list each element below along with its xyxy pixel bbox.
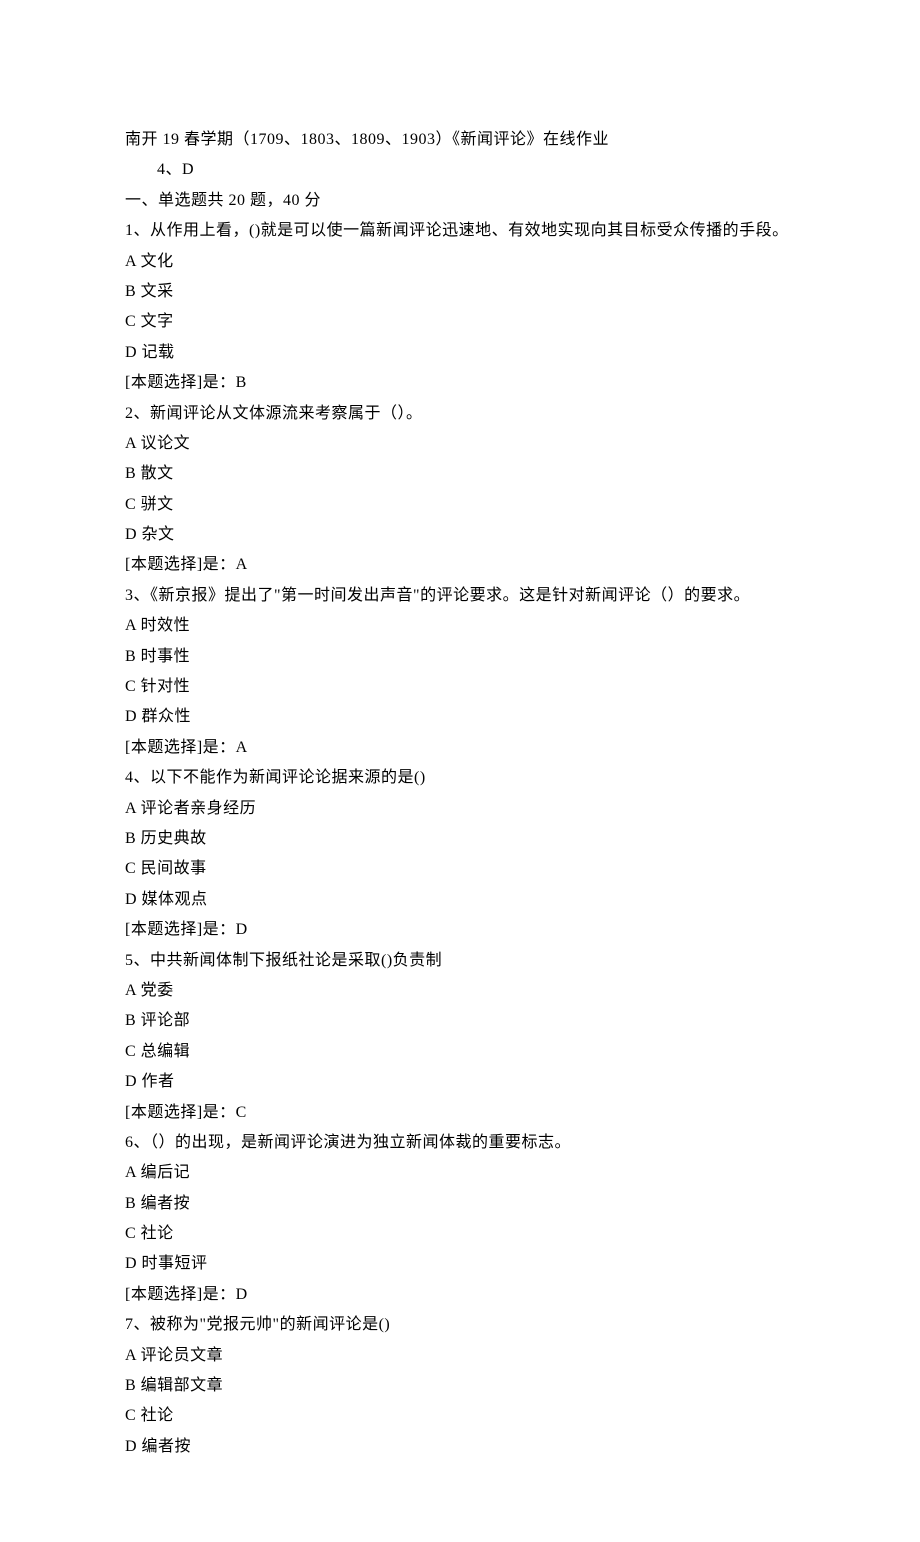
answer: [本题选择]是：A xyxy=(125,550,795,580)
option-d: D 群众性 xyxy=(125,702,795,732)
question-stem: 6、（）的出现，是新闻评论演进为独立新闻体裁的重要标志。 xyxy=(125,1128,795,1158)
option-a: A 文化 xyxy=(125,247,795,277)
option-d: D 记载 xyxy=(125,338,795,368)
option-a: A 时效性 xyxy=(125,611,795,641)
option-d: D 时事短评 xyxy=(125,1249,795,1279)
option-b: B 编辑部文章 xyxy=(125,1371,795,1401)
option-a: A 党委 xyxy=(125,976,795,1006)
answer: [本题选择]是：A xyxy=(125,733,795,763)
question-stem: 2、新闻评论从文体源流来考察属于（）。 xyxy=(125,399,795,429)
option-b: B 散文 xyxy=(125,459,795,489)
option-a: A 议论文 xyxy=(125,429,795,459)
option-c: C 社论 xyxy=(125,1401,795,1431)
question-stem: 3、《新京报》提出了"第一时间发出声音"的评论要求。这是针对新闻评论（）的要求。 xyxy=(125,581,795,611)
option-b: B 编者按 xyxy=(125,1189,795,1219)
option-b: B 时事性 xyxy=(125,642,795,672)
document-body: 南开 19 春学期（1709、1803、1809、1903）《新闻评论》在线作业… xyxy=(125,125,795,1462)
option-c: C 文字 xyxy=(125,307,795,337)
section-heading: 一、单选题共 20 题，40 分 xyxy=(125,186,795,216)
answer: [本题选择]是：B xyxy=(125,368,795,398)
question-stem: 5、中共新闻体制下报纸社论是采取()负责制 xyxy=(125,946,795,976)
option-d: D 媒体观点 xyxy=(125,885,795,915)
option-c: C 骈文 xyxy=(125,490,795,520)
page-title: 南开 19 春学期（1709、1803、1809、1903）《新闻评论》在线作业 xyxy=(125,125,795,155)
question-stem: 4、以下不能作为新闻评论论据来源的是() xyxy=(125,763,795,793)
answer: [本题选择]是：D xyxy=(125,915,795,945)
header-sub: 4、D xyxy=(125,155,795,185)
option-d: D 杂文 xyxy=(125,520,795,550)
option-c: C 针对性 xyxy=(125,672,795,702)
option-b: B 评论部 xyxy=(125,1006,795,1036)
answer: [本题选择]是：C xyxy=(125,1098,795,1128)
option-c: C 民间故事 xyxy=(125,854,795,884)
option-a: A 评论员文章 xyxy=(125,1341,795,1371)
option-d: D 作者 xyxy=(125,1067,795,1097)
option-b: B 文采 xyxy=(125,277,795,307)
question-stem: 7、被称为"党报元帅"的新闻评论是() xyxy=(125,1310,795,1340)
option-a: A 编后记 xyxy=(125,1158,795,1188)
option-c: C 总编辑 xyxy=(125,1037,795,1067)
option-b: B 历史典故 xyxy=(125,824,795,854)
answer: [本题选择]是：D xyxy=(125,1280,795,1310)
option-d: D 编者按 xyxy=(125,1432,795,1462)
question-stem: 1、从作用上看，()就是可以使一篇新闻评论迅速地、有效地实现向其目标受众传播的手… xyxy=(125,216,795,246)
option-c: C 社论 xyxy=(125,1219,795,1249)
option-a: A 评论者亲身经历 xyxy=(125,794,795,824)
